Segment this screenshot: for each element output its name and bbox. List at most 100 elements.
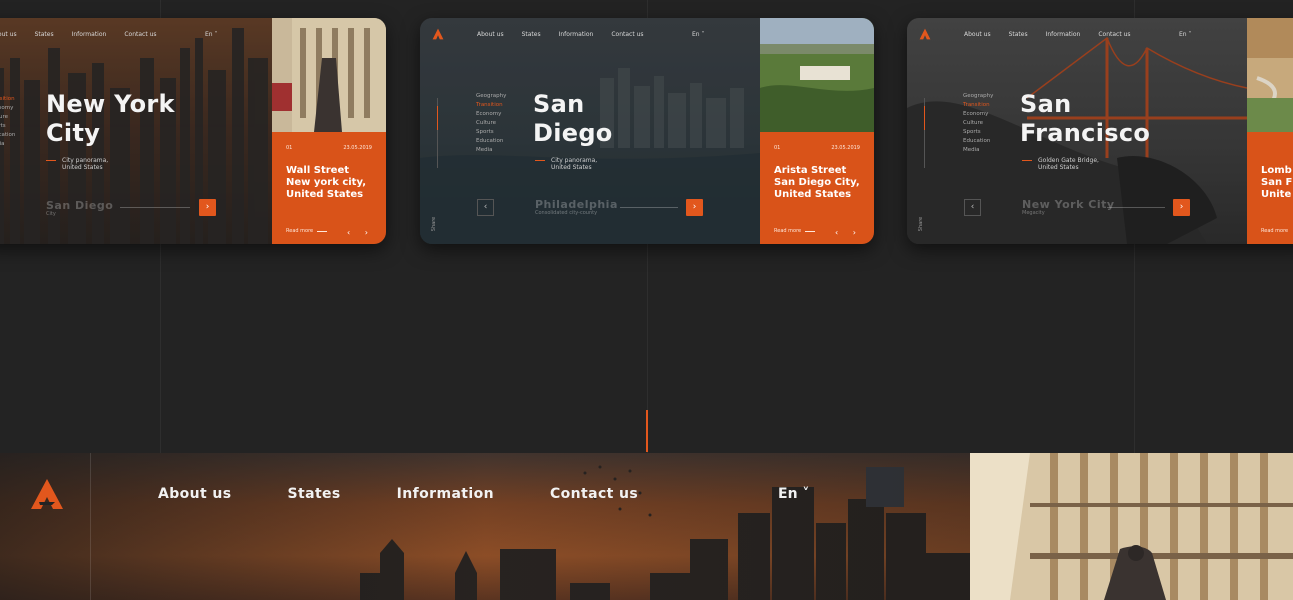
menu-item-sports[interactable]: Sports	[476, 128, 506, 137]
menu-item-media[interactable]: Media	[963, 146, 993, 155]
menu-item-geography[interactable]: Geography	[963, 92, 993, 101]
featured-panel: Lomb San F Unite Read more	[1247, 132, 1293, 244]
menu-item-sports[interactable]: Sports	[963, 128, 993, 137]
read-more-link[interactable]: Read more	[286, 228, 328, 234]
nav-information[interactable]: Information	[1046, 31, 1081, 38]
top-nav: About us States Information Contact us	[964, 31, 1131, 38]
featured-title: Lomb San F Unite	[1261, 165, 1293, 200]
slide-arrows[interactable]: ‹ ›	[835, 228, 862, 237]
city-title: New York City	[46, 90, 175, 147]
language-select[interactable]: En ˅	[1179, 31, 1192, 38]
menu-item-economy[interactable]: Economy	[0, 104, 15, 113]
featured-panel: 01 23.05.2019 Arista Street San Diego Cit…	[760, 132, 874, 244]
top-nav: About us States Information Contact us	[477, 31, 644, 38]
featured-title: Arista Street San Diego City, United Sta…	[774, 165, 860, 200]
menu-item-culture[interactable]: Culture	[0, 113, 15, 122]
brand-logo-icon[interactable]	[919, 28, 931, 40]
side-photo-wall-street	[272, 18, 386, 132]
chevron-down-icon: ˅	[214, 31, 218, 38]
slide-number: 01	[286, 145, 293, 151]
city-subtitle: Golden Gate Bridge, United States	[1022, 157, 1099, 171]
language-select[interactable]: En ˅	[692, 31, 705, 38]
menu-item-transition[interactable]: Transition	[476, 101, 506, 110]
menu-item-media[interactable]: Media	[476, 146, 506, 155]
brand-logo-icon[interactable]	[30, 478, 64, 510]
menu-item-sports[interactable]: Sports	[0, 122, 15, 131]
hero-photo-skyline	[0, 453, 970, 600]
hero-divider	[90, 453, 91, 600]
card-new-york[interactable]: 01 23.05.2019 Wall Street New york city, …	[0, 18, 386, 244]
menu-item-economy[interactable]: Economy	[963, 110, 993, 119]
side-photo-lombard	[1247, 18, 1293, 132]
featured-panel: 01 23.05.2019 Wall Street New york city, …	[272, 132, 386, 244]
hero-nav: About us States Information Contact us	[158, 486, 694, 502]
nav-about-us[interactable]: About us	[158, 486, 232, 502]
chevron-down-icon: ˅	[802, 486, 810, 502]
nav-states[interactable]: States	[1009, 31, 1028, 38]
share-button[interactable]: Share	[918, 217, 924, 231]
featured-title: Wall Street New york city, United States	[286, 165, 366, 200]
nav-information[interactable]: Information	[72, 31, 107, 38]
nav-states[interactable]: States	[288, 486, 341, 502]
nav-contact-us[interactable]: Contact us	[124, 31, 156, 38]
nav-contact-us[interactable]: Contact us	[1098, 31, 1130, 38]
nav-about-us[interactable]: About us	[964, 31, 991, 38]
side-scroll-track	[437, 98, 438, 168]
menu-item-transition[interactable]: Transition	[963, 101, 993, 110]
brand-logo-icon[interactable]	[432, 28, 444, 40]
slide-arrows[interactable]: ‹ ›	[347, 228, 374, 237]
next-city-sub: Megacity	[1022, 210, 1045, 216]
nav-about-us[interactable]: About us	[0, 31, 17, 38]
slide-number: 01	[774, 145, 781, 151]
date-label: 23.05.2019	[831, 145, 860, 151]
progress-line	[620, 207, 678, 208]
progress-line	[1107, 207, 1165, 208]
menu-item-media[interactable]: Media	[0, 140, 15, 149]
progress-line	[120, 207, 190, 208]
menu-item-education[interactable]: Education	[476, 137, 506, 146]
nav-about-us[interactable]: About us	[477, 31, 504, 38]
language-select[interactable]: En ˅	[205, 31, 218, 38]
nav-contact-us[interactable]: Contact us	[550, 486, 638, 502]
city-title: San Francisco	[1020, 90, 1151, 147]
menu-item-culture[interactable]: Culture	[476, 119, 506, 128]
side-menu: Geography Transition Economy Culture Spo…	[963, 92, 993, 155]
read-more-link[interactable]: Read more	[774, 228, 816, 234]
menu-item-education[interactable]: Education	[0, 131, 15, 140]
menu-item-transition[interactable]: Transition	[0, 95, 15, 104]
menu-item-culture[interactable]: Culture	[963, 119, 993, 128]
chevron-down-icon: ˅	[701, 31, 705, 38]
prev-slide-button[interactable]: ‹	[477, 199, 494, 216]
next-slide-button[interactable]: ›	[199, 199, 216, 216]
side-scroll-track	[924, 98, 925, 168]
nav-information[interactable]: Information	[397, 486, 494, 502]
nav-states[interactable]: States	[522, 31, 541, 38]
nav-information[interactable]: Information	[559, 31, 594, 38]
city-title: San Diego	[533, 90, 613, 147]
nav-states[interactable]: States	[35, 31, 54, 38]
side-menu: Transition Economy Culture Sports Educat…	[0, 95, 15, 149]
card-san-francisco[interactable]: Lomb San F Unite Read more About us Stat…	[907, 18, 1293, 244]
top-nav: About us States Information Contact us	[0, 31, 157, 38]
next-city-sub: Consolidated city-county	[535, 210, 598, 216]
city-subtitle: City panorama, United States	[535, 157, 597, 171]
next-city-label[interactable]: San Diego	[46, 199, 113, 212]
menu-item-economy[interactable]: Economy	[476, 110, 506, 119]
menu-item-geography[interactable]: Geography	[476, 92, 506, 101]
prev-slide-button[interactable]: ‹	[964, 199, 981, 216]
card-san-diego[interactable]: 01 23.05.2019 Arista Street San Diego Cit…	[420, 18, 874, 244]
next-slide-button[interactable]: ›	[686, 199, 703, 216]
nav-contact-us[interactable]: Contact us	[611, 31, 643, 38]
side-photo-san-diego	[760, 18, 874, 132]
next-slide-button[interactable]: ›	[1173, 199, 1190, 216]
hero-photo-wall-street	[970, 453, 1293, 600]
hero-section: About us States Information Contact us E…	[0, 453, 1293, 600]
city-subtitle: City panorama, United States	[46, 157, 108, 171]
date-label: 23.05.2019	[343, 145, 372, 151]
next-city-sub: City	[46, 211, 56, 217]
read-more-link[interactable]: Read more	[1261, 228, 1288, 234]
language-select[interactable]: En ˅	[778, 486, 809, 502]
accent-divider	[646, 410, 648, 452]
share-button[interactable]: Share	[431, 217, 437, 231]
menu-item-education[interactable]: Education	[963, 137, 993, 146]
